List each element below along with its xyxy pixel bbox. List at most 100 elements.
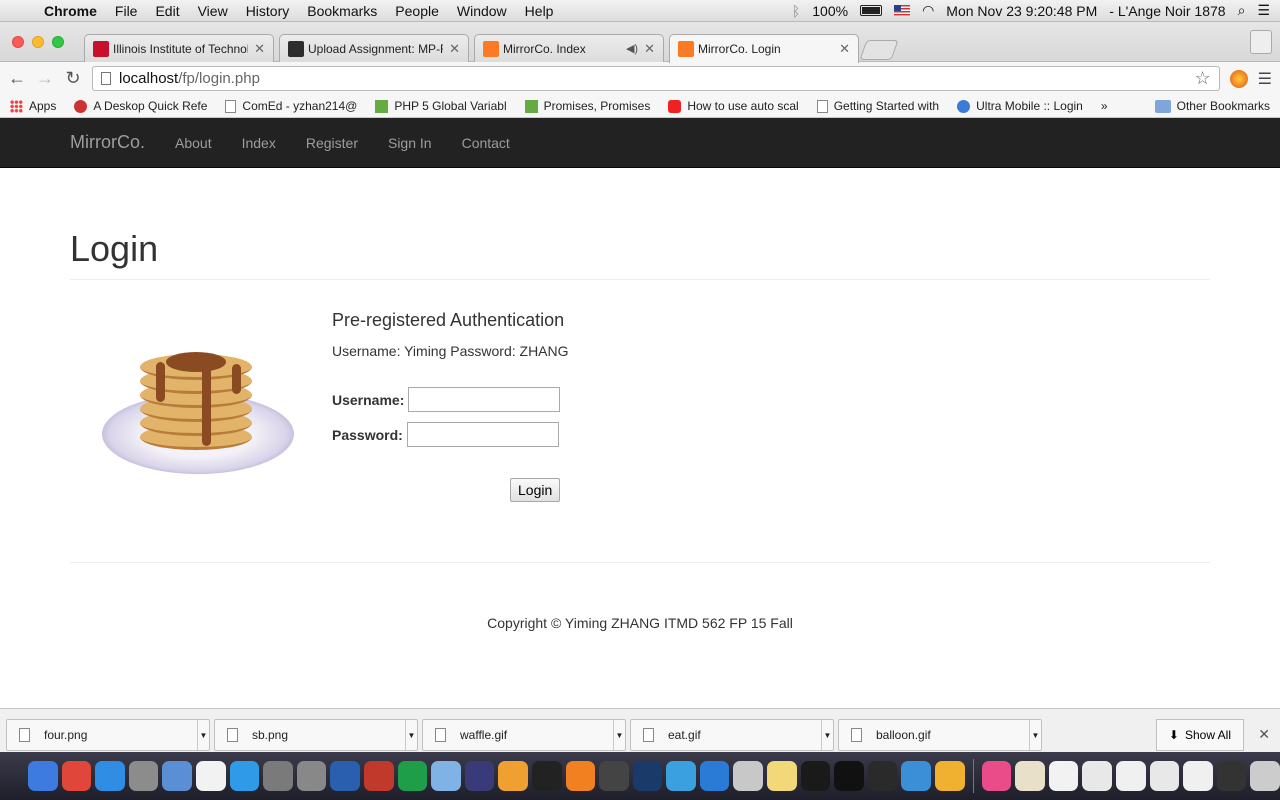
clock[interactable]: Mon Nov 23 9:20:48 PM [946, 3, 1097, 19]
dock-app-icon[interactable] [330, 761, 360, 791]
tab-close-icon[interactable]: ✕ [839, 41, 850, 57]
dock-app-icon[interactable] [464, 761, 495, 791]
chevron-down-icon[interactable]: ▼ [197, 720, 209, 750]
bookmarks-overflow-chevron-icon[interactable]: » [1101, 99, 1108, 113]
window-zoom-button[interactable] [52, 36, 64, 48]
username-input[interactable] [408, 387, 561, 412]
menu-history[interactable]: History [237, 3, 299, 19]
dock-app-icon[interactable] [599, 761, 629, 791]
dock-app-icon[interactable] [1216, 761, 1247, 791]
wifi-icon[interactable]: ◠ [922, 2, 934, 19]
dock-app-icon[interactable] [935, 761, 965, 791]
download-item[interactable]: four.png ▼ [6, 719, 210, 751]
dock-app-icon[interactable] [195, 761, 226, 791]
dock-app-icon[interactable] [162, 761, 192, 791]
tab-close-icon[interactable]: ✕ [644, 41, 655, 57]
dock-app-icon[interactable] [263, 761, 293, 791]
menu-bookmarks[interactable]: Bookmarks [298, 3, 386, 19]
nav-sign-in[interactable]: Sign In [388, 135, 432, 151]
notification-center-icon[interactable]: ☰ [1257, 2, 1270, 19]
extension-icon[interactable] [1229, 69, 1248, 88]
dock-app-icon[interactable] [981, 761, 1012, 791]
tab-iit[interactable]: Illinois Institute of Technolo ✕ [84, 34, 274, 62]
nav-index[interactable]: Index [242, 135, 276, 151]
menu-app-name[interactable]: Chrome [40, 3, 106, 19]
bookmark-star-icon[interactable]: ☆ [1195, 68, 1211, 89]
bookmark-comed[interactable]: ComEd - yzhan214@ [225, 99, 357, 113]
dock-app-icon[interactable] [901, 761, 932, 791]
nav-contact[interactable]: Contact [462, 135, 510, 151]
download-item[interactable]: eat.gif ▼ [630, 719, 834, 751]
reload-icon[interactable]: ↻ [64, 68, 82, 89]
battery-percent[interactable]: 100% [812, 3, 848, 19]
login-button[interactable]: Login [510, 478, 561, 502]
bluetooth-icon[interactable]: ᛒ [792, 3, 800, 19]
tab-close-icon[interactable]: ✕ [254, 41, 265, 57]
bookmark-ultra-mobile[interactable]: Ultra Mobile :: Login [957, 99, 1083, 113]
nav-register[interactable]: Register [306, 135, 358, 151]
dock-app-icon[interactable] [1048, 761, 1079, 791]
spotlight-search-icon[interactable]: ⌕ [1238, 2, 1246, 19]
dock-app-icon[interactable] [296, 761, 327, 791]
chrome-menu-icon[interactable]: ☰ [1258, 69, 1272, 89]
back-arrow-icon[interactable]: ← [8, 68, 26, 89]
close-shelf-icon[interactable]: ✕ [1258, 726, 1270, 743]
bookmark-desktop-quick-ref[interactable]: A Deskop Quick Refe [74, 99, 207, 113]
user-name[interactable]: - L'Ange Noir 1878 [1109, 3, 1225, 19]
bookmark-getting-started[interactable]: Getting Started with [816, 99, 939, 113]
dock-app-icon[interactable] [767, 761, 797, 791]
menu-file[interactable]: File [106, 3, 147, 19]
dock-app-icon[interactable] [128, 761, 159, 791]
window-minimize-button[interactable] [32, 36, 44, 48]
dock-app-icon[interactable] [498, 761, 528, 791]
tab-mirrorco-login[interactable]: MirrorCo. Login ✕ [669, 34, 859, 63]
window-close-button[interactable] [12, 36, 24, 48]
dock-app-icon[interactable] [1250, 761, 1280, 791]
menu-edit[interactable]: Edit [146, 3, 188, 19]
bookmark-php5[interactable]: PHP 5 Global Variabl [375, 99, 507, 113]
dock-app-icon[interactable] [1183, 761, 1213, 791]
chevron-down-icon[interactable]: ▼ [1029, 720, 1041, 750]
dock-app-icon[interactable] [397, 761, 428, 791]
dock-app-icon[interactable] [1149, 761, 1180, 791]
dock-app-icon[interactable] [666, 761, 696, 791]
battery-icon[interactable] [860, 5, 883, 16]
address-bar[interactable]: localhost/fp/login.php ☆ [92, 66, 1220, 91]
chevron-down-icon[interactable]: ▼ [405, 720, 417, 750]
dock-app-icon[interactable] [531, 761, 562, 791]
bookmark-other-folder[interactable]: Other Bookmarks [1154, 99, 1270, 113]
tab-close-icon[interactable]: ✕ [449, 41, 460, 57]
menu-window[interactable]: Window [448, 3, 516, 19]
tab-upload-assignment[interactable]: Upload Assignment: MP-Fi ✕ [279, 34, 469, 62]
nav-about[interactable]: About [175, 135, 212, 151]
dock-app-icon[interactable] [800, 761, 831, 791]
bookmark-apps[interactable]: Apps [10, 99, 56, 113]
chevron-down-icon[interactable]: ▼ [821, 720, 833, 750]
dock-app-icon[interactable] [834, 761, 864, 791]
menu-help[interactable]: Help [516, 3, 563, 19]
bookmark-auto-scale[interactable]: How to use auto scal [668, 99, 799, 113]
bookmark-promises[interactable]: Promises, Promises [524, 99, 650, 113]
show-all-downloads-button[interactable]: ⬇ Show All [1155, 719, 1244, 751]
dock-app-icon[interactable] [1082, 761, 1112, 791]
password-input[interactable] [406, 422, 559, 447]
new-tab-button[interactable] [859, 40, 899, 60]
dock-app-icon[interactable] [363, 761, 394, 791]
dock-app-icon[interactable] [699, 761, 730, 791]
dock-app-icon[interactable] [431, 761, 461, 791]
dock-app-icon[interactable] [867, 761, 898, 791]
download-item[interactable]: sb.png ▼ [214, 719, 418, 751]
dock-app-icon[interactable] [95, 761, 125, 791]
menu-view[interactable]: View [189, 3, 237, 19]
dock-app-icon[interactable] [733, 761, 764, 791]
dock-app-icon[interactable] [28, 761, 58, 791]
profile-icon[interactable] [1250, 30, 1272, 54]
tab-mirrorco-index[interactable]: MirrorCo. Index ◀) ✕ [474, 34, 664, 62]
forward-arrow-icon[interactable]: → [36, 68, 54, 89]
download-item[interactable]: balloon.gif ▼ [838, 719, 1042, 751]
chevron-down-icon[interactable]: ▼ [613, 720, 625, 750]
dock-app-icon[interactable] [229, 761, 260, 791]
speaker-icon[interactable]: ◀) [626, 42, 638, 55]
dock-app-icon[interactable] [565, 761, 596, 791]
dock-app-icon[interactable] [61, 761, 92, 791]
